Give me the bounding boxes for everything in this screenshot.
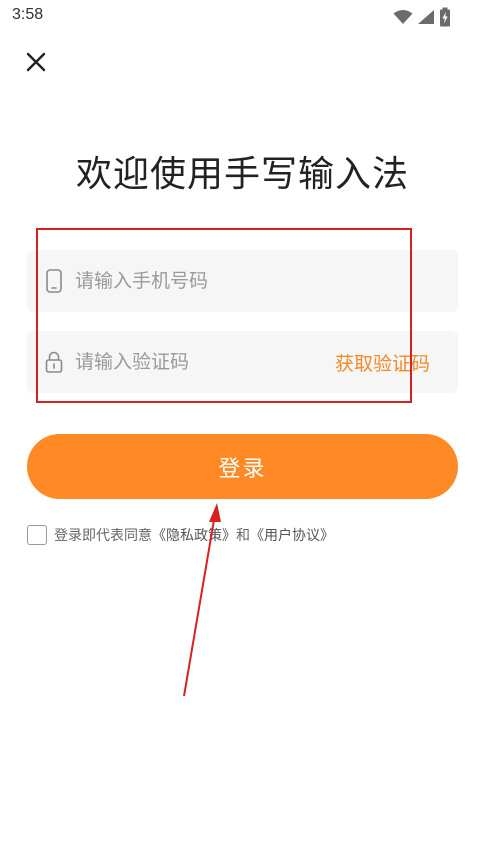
agreement-checkbox[interactable]: [27, 525, 47, 545]
user-agreement-link[interactable]: 《用户协议》: [250, 525, 334, 545]
page-title: 欢迎使用手写输入法: [75, 154, 409, 195]
lock-icon: [45, 351, 63, 373]
close-icon: [26, 52, 46, 72]
privacy-policy-link[interactable]: 《隐私政策》: [152, 525, 236, 545]
agreement-conjunction: 和: [236, 528, 250, 544]
close-button[interactable]: [22, 48, 50, 76]
wifi-icon: [393, 10, 413, 24]
phone-field[interactable]: [27, 250, 458, 312]
verification-code-field[interactable]: 获取验证码: [27, 331, 458, 393]
login-button[interactable]: 登录: [27, 434, 458, 499]
get-code-button[interactable]: 获取验证码: [335, 349, 430, 376]
status-icons: [393, 7, 451, 27]
agreement-row: 登录即代表同意 《隐私政策》 和 《用户协议》: [27, 525, 334, 545]
cellular-signal-icon: [418, 10, 434, 24]
phone-input[interactable]: [75, 250, 325, 312]
verification-code-input[interactable]: [75, 331, 325, 393]
agreement-prefix: 登录即代表同意: [54, 528, 152, 544]
status-time: 3:58: [12, 6, 44, 23]
annotation-arrow: [183, 503, 221, 697]
status-bar: 3:58: [0, 0, 485, 32]
battery-charging-icon: [440, 7, 450, 27]
phone-icon: [46, 269, 62, 293]
